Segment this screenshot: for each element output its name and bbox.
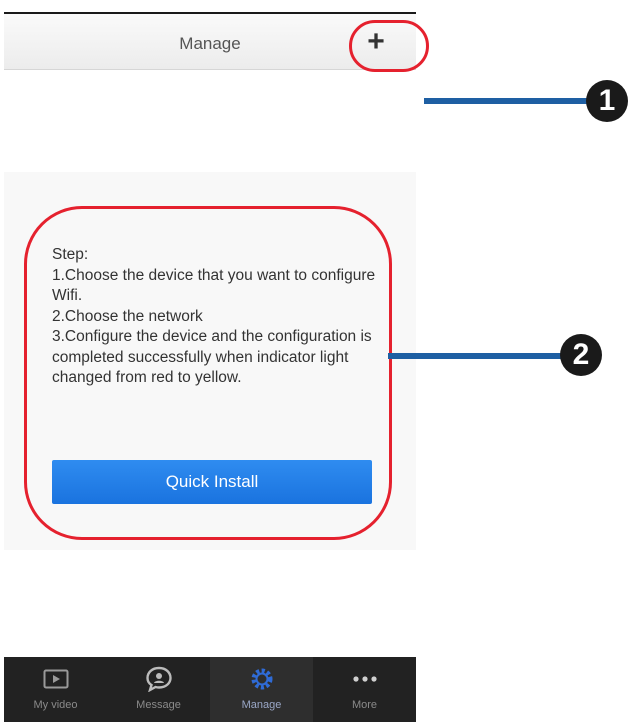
steps-heading: Step: [52,246,89,263]
callout-badge-2: 2 [560,334,602,376]
top-app-bar: Manage + [4,12,416,70]
gear-icon [246,665,278,693]
page-title: Manage [179,34,241,53]
nav-label: My video [33,699,78,711]
callout-badge-1: 1 [586,80,628,122]
bottom-navigation: My video Message Manage More [4,657,416,722]
nav-item-my-video[interactable]: My video [4,657,107,722]
nav-item-manage[interactable]: Manage [210,657,313,722]
nav-item-message[interactable]: Message [107,657,210,722]
phone-screen: Manage + Step: 1.Choose the device that … [0,0,416,722]
steps-text: Step: 1.Choose the device that you want … [52,245,382,389]
nav-label: More [351,699,378,711]
nav-label: Manage [241,699,282,711]
more-icon [349,665,381,693]
nav-label: Message [136,699,181,711]
step-1: 1.Choose the device that you want to con… [52,266,376,305]
add-device-button[interactable]: + [356,22,396,62]
step-2: 2.Choose the network [52,307,203,325]
step-3: 3.Configure the device and the configura… [52,328,372,386]
callout-line-2 [388,353,566,359]
callout-line-1 [424,98,592,104]
quick-install-button[interactable]: Quick Install [52,460,372,504]
nav-item-more[interactable]: More [313,657,416,722]
message-icon [143,665,175,693]
video-icon [40,665,72,693]
